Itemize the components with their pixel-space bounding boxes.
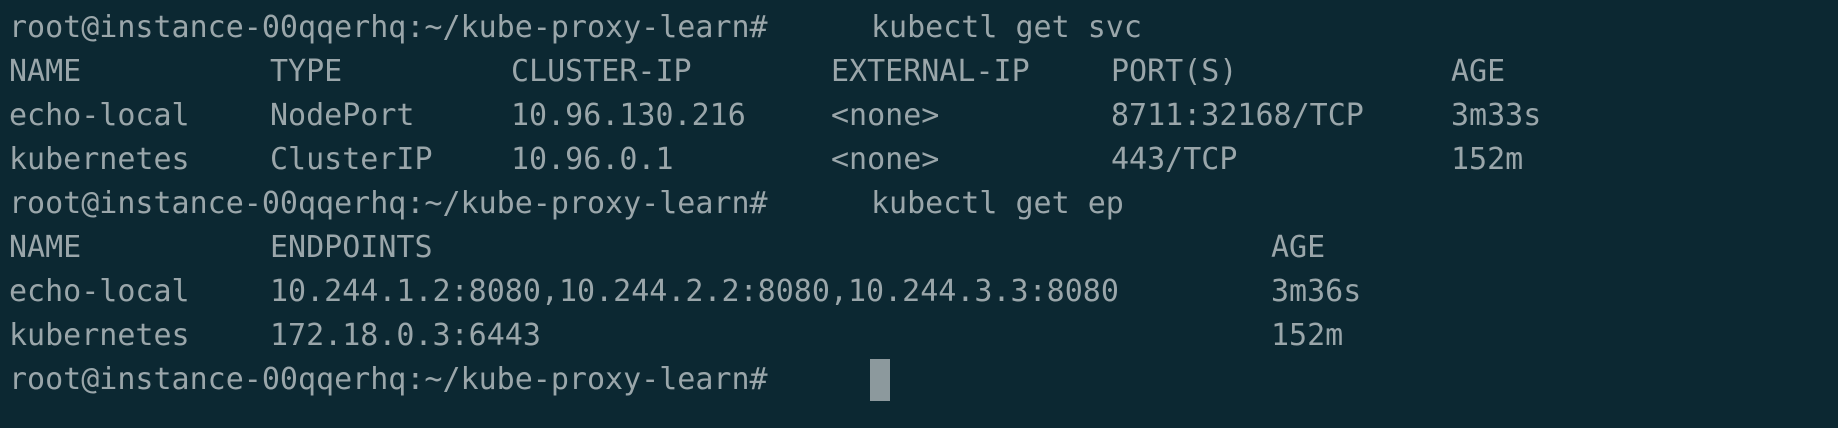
svc-cell-name: kubernetes <box>9 142 190 177</box>
svc-cell-age: 3m33s <box>1451 98 1542 133</box>
svc-table-row: echo-local NodePort 10.96.130.216 <none>… <box>0 94 1541 138</box>
svc-cell-external-ip: <none> <box>831 98 940 133</box>
svc-header-ports: PORT(S) <box>1111 54 1238 89</box>
terminal-window[interactable]: root@instance-00qqerhq:~/kube-proxy-lear… <box>0 0 1838 428</box>
shell-prompt: root@instance-00qqerhq:~/kube-proxy-lear… <box>9 362 768 397</box>
prompt-line-2: root@instance-00qqerhq:~/kube-proxy-lear… <box>0 182 1124 226</box>
ep-cell-endpoints: 172.18.0.3:6443 <box>270 318 541 353</box>
svc-cell-cluster-ip: 10.96.130.216 <box>511 98 746 133</box>
svc-table-header: NAME TYPE CLUSTER-IP EXTERNAL-IP PORT(S)… <box>0 50 1505 94</box>
shell-prompt: root@instance-00qqerhq:~/kube-proxy-lear… <box>9 10 768 45</box>
svc-cell-ports: 443/TCP <box>1111 142 1238 177</box>
command-text: kubectl get ep <box>871 186 1124 221</box>
ep-cell-name: echo-local <box>9 274 190 309</box>
ep-header-age: AGE <box>1271 230 1326 265</box>
svc-cell-ports: 8711:32168/TCP <box>1111 98 1364 133</box>
ep-table-row: echo-local 10.244.1.2:8080,10.244.2.2:80… <box>0 270 1361 314</box>
prompt-line-1: root@instance-00qqerhq:~/kube-proxy-lear… <box>0 6 1142 50</box>
prompt-line-3[interactable]: root@instance-00qqerhq:~/kube-proxy-lear… <box>0 358 890 402</box>
svc-cell-age: 152m <box>1451 142 1524 177</box>
svc-cell-name: echo-local <box>9 98 190 133</box>
svc-cell-type: ClusterIP <box>270 142 433 177</box>
ep-header-endpoints: ENDPOINTS <box>270 230 433 265</box>
ep-header-name: NAME <box>9 230 82 265</box>
ep-cell-endpoints: 10.244.1.2:8080,10.244.2.2:8080,10.244.3… <box>270 274 1119 309</box>
svc-cell-type: NodePort <box>270 98 415 133</box>
svc-cell-cluster-ip: 10.96.0.1 <box>511 142 674 177</box>
svc-header-age: AGE <box>1451 54 1506 89</box>
ep-table-row: kubernetes 172.18.0.3:6443 152m <box>0 314 1343 358</box>
svc-table-row: kubernetes ClusterIP 10.96.0.1 <none> 44… <box>0 138 1523 182</box>
command-text: kubectl get svc <box>871 10 1142 45</box>
svc-header-name: NAME <box>9 54 82 89</box>
shell-prompt: root@instance-00qqerhq:~/kube-proxy-lear… <box>9 186 768 221</box>
svc-header-type: TYPE <box>270 54 343 89</box>
svc-header-external-ip: EXTERNAL-IP <box>831 54 1030 89</box>
ep-cell-age: 152m <box>1271 318 1344 353</box>
ep-cell-name: kubernetes <box>9 318 190 353</box>
svc-header-cluster-ip: CLUSTER-IP <box>511 54 692 89</box>
svc-cell-external-ip: <none> <box>831 142 940 177</box>
ep-table-header: NAME ENDPOINTS AGE <box>0 226 1325 270</box>
text-cursor <box>870 359 890 401</box>
ep-cell-age: 3m36s <box>1271 274 1362 309</box>
